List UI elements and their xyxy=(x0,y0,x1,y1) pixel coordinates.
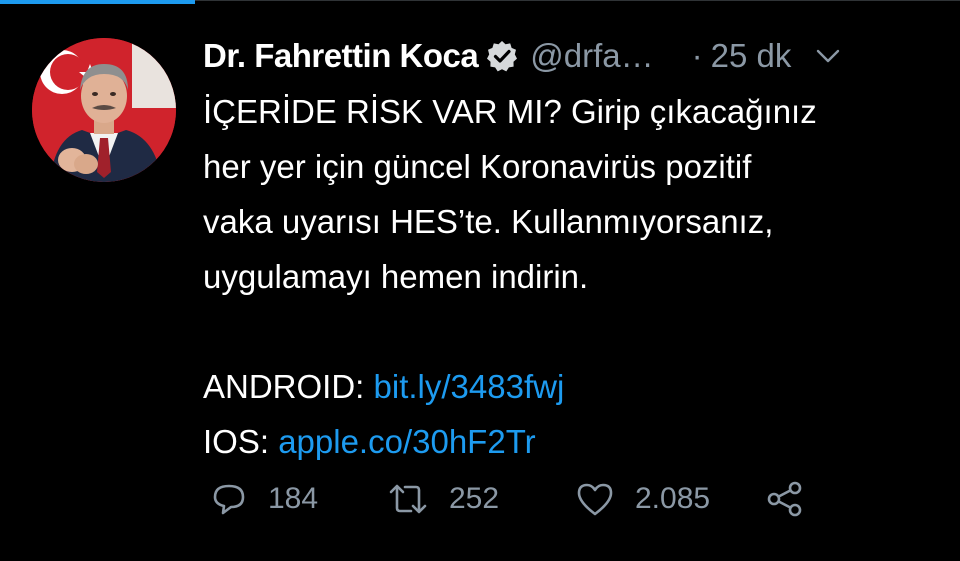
like-button[interactable]: 2.085 xyxy=(575,480,765,518)
avatar[interactable] xyxy=(32,38,176,182)
tweet-content: Dr. Fahrettin Koca @drfa… · 25 dk İÇERİD… xyxy=(203,30,943,469)
tweet-text-line-4: uygulamayı hemen indirin. xyxy=(203,258,589,295)
user-handle[interactable]: @drfa… xyxy=(530,37,653,75)
display-name[interactable]: Dr. Fahrettin Koca xyxy=(203,37,479,75)
reply-count: 184 xyxy=(268,482,319,515)
tweet-text-line-1: İÇERİDE RİSK VAR MI? Girip çıkacağınız xyxy=(203,93,817,130)
android-label: ANDROID: xyxy=(203,368,374,405)
share-icon xyxy=(765,479,805,519)
header-separator: · xyxy=(691,37,703,74)
heart-icon xyxy=(575,480,615,518)
tweet-text-line-2: her yer için güncel Koronavirüs pozitif xyxy=(203,148,752,185)
reply-button[interactable]: 184 xyxy=(210,480,387,518)
android-link[interactable]: bit.ly/3483fwj xyxy=(374,368,565,405)
chevron-down-icon[interactable] xyxy=(813,41,843,71)
reply-icon xyxy=(210,480,248,518)
ios-link[interactable]: apple.co/30hF2Tr xyxy=(278,423,535,460)
like-count: 2.085 xyxy=(635,482,711,515)
retweet-button[interactable]: 252 xyxy=(387,480,575,518)
share-button[interactable] xyxy=(765,479,805,519)
ios-label: IOS: xyxy=(203,423,279,460)
tweet-header: Dr. Fahrettin Koca @drfa… · 25 dk xyxy=(203,30,943,82)
tweet-timestamp[interactable]: 25 dk xyxy=(711,37,792,75)
tweet-actions: 184 252 2.085 xyxy=(210,476,805,522)
retweet-icon xyxy=(387,480,429,518)
tweet-body: İÇERİDE RİSK VAR MI? Girip çıkacağınız h… xyxy=(203,84,943,469)
retweet-count: 252 xyxy=(449,482,500,515)
tweet-text-line-3: vaka uyarısı HES’te. Kullanmıyorsanız, xyxy=(203,203,774,240)
loading-progress-bar xyxy=(0,0,195,4)
ios-line: IOS: apple.co/30hF2Tr xyxy=(203,414,943,469)
android-line: ANDROID: bit.ly/3483fwj xyxy=(203,359,943,414)
verified-badge-icon xyxy=(486,40,518,72)
top-divider xyxy=(195,0,960,1)
